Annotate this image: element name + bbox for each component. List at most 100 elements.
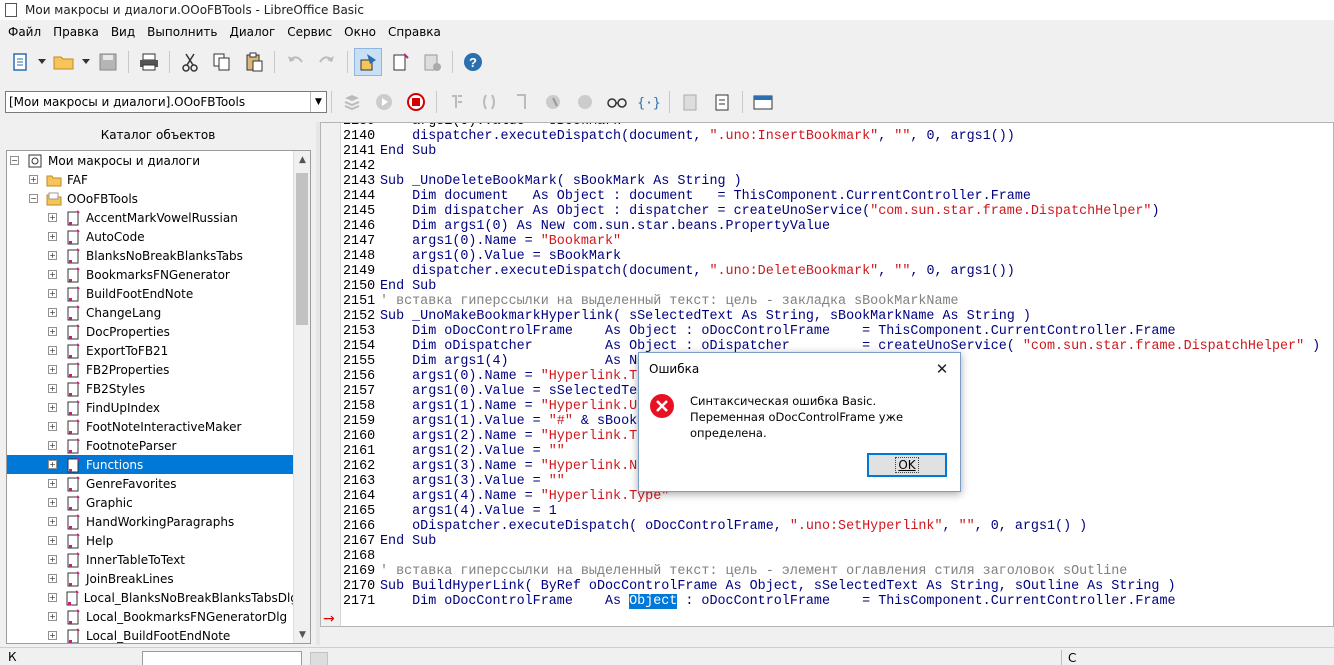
stop-icon[interactable]	[402, 88, 430, 116]
code-line[interactable]: 2167 End Sub	[343, 534, 436, 549]
manage-macros-icon[interactable]	[418, 48, 446, 76]
run-icon[interactable]	[370, 88, 398, 116]
help-icon[interactable]: ?	[459, 48, 487, 76]
code-line[interactable]: 2164 args1(4).Name = "Hyperlink.Type"	[343, 489, 669, 504]
expand-icon[interactable]: +	[48, 517, 57, 526]
expand-icon[interactable]: +	[48, 422, 57, 431]
tree-scrollbar[interactable]: ▲ ▼	[293, 151, 310, 643]
tree-item[interactable]: + FootNoteInteractiveMaker	[7, 417, 293, 436]
menu-help[interactable]: Справка	[382, 25, 447, 39]
tree-item[interactable]: + Local_BuildFootEndNote	[7, 626, 293, 643]
tree-item[interactable]: + Functions	[7, 455, 293, 474]
code-line[interactable]: 2143 Sub _UnoDeleteBookMark( sBookMark As…	[343, 174, 742, 189]
tree-item[interactable]: − OOoFBTools	[7, 189, 293, 208]
watch-button[interactable]	[310, 652, 328, 665]
code-line[interactable]: 2165 args1(4).Value = 1	[343, 504, 557, 519]
step-out-icon[interactable]	[507, 88, 535, 116]
code-line[interactable]: 2156 args1(0).Name = "Hyperlink.Text"	[343, 369, 669, 384]
code-line[interactable]: 2169 ' вставка гиперссылки на выделенный …	[343, 564, 1127, 579]
scroll-up-icon[interactable]: ▲	[294, 151, 310, 168]
tree-item[interactable]: + Local_BlanksNoBreakBlanksTabsDlg	[7, 588, 298, 607]
undo-icon[interactable]	[281, 48, 309, 76]
tree-item[interactable]: + FB2Properties	[7, 360, 293, 379]
import-basic-icon[interactable]	[708, 88, 736, 116]
expand-icon[interactable]: +	[48, 308, 57, 317]
expand-icon[interactable]: +	[48, 232, 57, 241]
tree-item[interactable]: + Graphic	[7, 493, 293, 512]
scroll-thumb[interactable]	[296, 173, 308, 325]
cut-icon[interactable]	[176, 48, 204, 76]
expand-icon[interactable]: +	[48, 365, 57, 374]
expand-icon[interactable]: +	[48, 593, 57, 602]
menu-dialog[interactable]: Диалог	[223, 25, 281, 39]
expand-icon[interactable]: +	[48, 612, 57, 621]
tree-item[interactable]: + Local_BookmarksFNGeneratorDlg	[7, 607, 293, 626]
expand-icon[interactable]: +	[48, 289, 57, 298]
tree-item[interactable]: − Мои макросы и диалоги	[7, 151, 293, 170]
menu-file[interactable]: Файл	[2, 25, 47, 39]
chevron-down-icon[interactable]	[36, 48, 48, 76]
step-over-icon[interactable]	[475, 88, 503, 116]
tree-item[interactable]: + InnerTableToText	[7, 550, 293, 569]
ok-button[interactable]: OK	[867, 453, 947, 477]
tree-item[interactable]: + AccentMarkVowelRussian	[7, 208, 293, 227]
insert-module-icon[interactable]	[386, 48, 414, 76]
collapse-icon[interactable]: −	[10, 156, 19, 165]
code-line[interactable]: 2146 Dim args1(0) As New com.sun.star.be…	[343, 219, 830, 234]
expand-icon[interactable]: +	[48, 479, 57, 488]
code-line[interactable]: 2157 args1(0).Value = sSelectedText	[343, 384, 653, 399]
code-line[interactable]: 2166 oDispatcher.executeDispatch( oDocCo…	[343, 519, 1087, 534]
code-line[interactable]: 2170 Sub BuildHyperLink( ByRef oDocContro…	[343, 579, 1176, 594]
expand-icon[interactable]: +	[48, 327, 57, 336]
menu-run[interactable]: Выполнить	[141, 25, 223, 39]
breakpoint-gutter[interactable]: →	[321, 123, 341, 626]
watch-icon[interactable]	[603, 88, 631, 116]
tree-item[interactable]: + GenreFavorites	[7, 474, 293, 493]
menu-view[interactable]: Вид	[105, 25, 141, 39]
code-line[interactable]: 2162 args1(3).Name = "Hyperlink.Name"	[343, 459, 669, 474]
open-folder-icon[interactable]	[50, 48, 78, 76]
tree-item[interactable]: + AutoCode	[7, 227, 293, 246]
menu-tools[interactable]: Сервис	[281, 25, 338, 39]
tree-item[interactable]: + FB2Styles	[7, 379, 293, 398]
expand-icon[interactable]: +	[48, 460, 57, 469]
editor-hscrollbar[interactable]	[320, 627, 1334, 645]
code-line[interactable]: 2158 args1(1).Name = "Hyperlink.URL"	[343, 399, 661, 414]
scroll-down-icon[interactable]: ▼	[294, 626, 310, 643]
code-line[interactable]: 2152 Sub _UnoMakeBookmarkHyperlink( sSele…	[343, 309, 1031, 324]
code-line[interactable]: 2139 args1(0).Value = sBookMark	[343, 123, 621, 129]
close-icon[interactable]: ✕	[932, 359, 952, 379]
code-line[interactable]: 2148 args1(0).Value = sBookMark	[343, 249, 621, 264]
code-line[interactable]: 2171 Dim oDocControlFrame As Object : oD…	[343, 594, 1176, 609]
expand-icon[interactable]: +	[48, 441, 57, 450]
tree-item[interactable]: + BlanksNoBreakBlanksTabs	[7, 246, 293, 265]
code-line[interactable]: 2150 End Sub	[343, 279, 436, 294]
library-select[interactable]: [Мои макросы и диалоги].OOoFBTools ▼	[5, 91, 327, 113]
collapse-icon[interactable]: −	[29, 194, 38, 203]
menu-window[interactable]: Окно	[338, 25, 382, 39]
menu-edit[interactable]: Правка	[47, 25, 105, 39]
tree-item[interactable]: + DocProperties	[7, 322, 293, 341]
redo-icon[interactable]	[313, 48, 341, 76]
tree-item[interactable]: + ChangeLang	[7, 303, 293, 322]
tree-item[interactable]: + BookmarksFNGenerator	[7, 265, 293, 284]
step-into-icon[interactable]	[443, 88, 471, 116]
code-line[interactable]: 2163 args1(3).Value = ""	[343, 474, 565, 489]
find-parentheses-icon[interactable]: {·}	[635, 88, 663, 116]
expand-icon[interactable]: +	[48, 631, 57, 640]
manage-breakpoints-icon[interactable]	[571, 88, 599, 116]
tree-item[interactable]: + Help	[7, 531, 293, 550]
code-line[interactable]: 2160 args1(2).Name = "Hyperlink.Target"	[343, 429, 685, 444]
compile-icon[interactable]	[338, 88, 366, 116]
chevron-down-icon[interactable]	[80, 48, 92, 76]
basic-ide-icon[interactable]	[354, 48, 382, 76]
tree-item[interactable]: + JoinBreakLines	[7, 569, 293, 588]
tree-item[interactable]: + FootnoteParser	[7, 436, 293, 455]
expand-icon[interactable]: +	[29, 175, 38, 184]
expand-icon[interactable]: +	[48, 251, 57, 260]
code-line[interactable]: 2153 Dim oDocControlFrame As Object : oD…	[343, 324, 1176, 339]
breakpoint-icon[interactable]	[539, 88, 567, 116]
expand-icon[interactable]: +	[48, 270, 57, 279]
code-line[interactable]: 2151 ' вставка гиперссылки на выделенный …	[343, 294, 959, 309]
copy-icon[interactable]	[208, 48, 236, 76]
